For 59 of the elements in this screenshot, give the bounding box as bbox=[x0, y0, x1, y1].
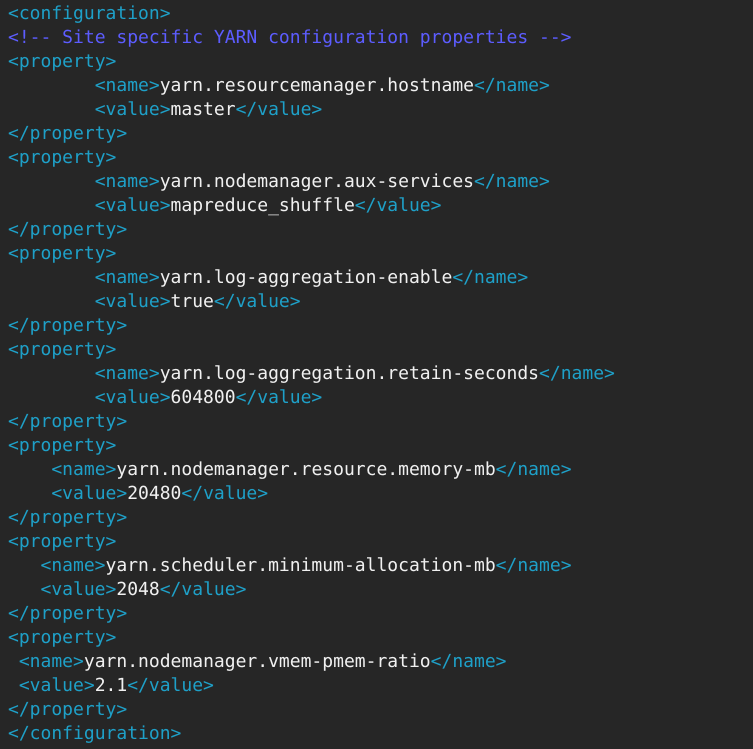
xml-tag: </name> bbox=[496, 555, 572, 576]
xml-tag: <property> bbox=[8, 147, 116, 168]
xml-tag: </value> bbox=[127, 675, 214, 696]
xml-tag: <property> bbox=[8, 243, 116, 264]
code-comment: <!-- Site specific YARN configuration properties --> bbox=[8, 27, 572, 48]
tag-value: 2.1 bbox=[94, 675, 128, 696]
xml-tag: </value> bbox=[160, 579, 246, 600]
xml-tag: </name> bbox=[474, 75, 550, 96]
xml-tag: </name> bbox=[474, 171, 550, 192]
xml-tag: <value> bbox=[94, 195, 171, 216]
xml-tag: <name> bbox=[40, 555, 106, 576]
xml-tag: </property> bbox=[8, 219, 128, 240]
xml-tag: </name> bbox=[430, 651, 506, 672]
xml-tag: <name> bbox=[94, 171, 160, 192]
xml-tag: <name> bbox=[18, 651, 84, 672]
xml-tag: </property> bbox=[8, 507, 128, 528]
tag-value: mapreduce_shuffle bbox=[170, 195, 355, 216]
tag-value: master bbox=[170, 99, 236, 120]
xml-tag: <property> bbox=[8, 627, 116, 648]
xml-tag: <value> bbox=[94, 387, 171, 408]
xml-tag: <property> bbox=[8, 531, 116, 552]
xml-tag: <property> bbox=[8, 435, 116, 456]
xml-tag: <name> bbox=[94, 267, 160, 288]
tag-value: yarn.nodemanager.aux-services bbox=[160, 171, 474, 192]
tag-value: yarn.scheduler.minimum-allocation-mb bbox=[106, 555, 496, 576]
tag-value: 2048 bbox=[116, 579, 160, 600]
xml-tag: </value> bbox=[181, 483, 268, 504]
xml-tag: <value> bbox=[18, 675, 95, 696]
xml-tag: <value> bbox=[94, 99, 171, 120]
tag-value: yarn.nodemanager.vmem-pmem-ratio bbox=[84, 651, 431, 672]
xml-tag: </property> bbox=[8, 411, 128, 432]
xml-tag: </value> bbox=[236, 99, 322, 120]
xml-tag: <value> bbox=[40, 579, 116, 600]
tag-value: yarn.log-aggregation.retain-seconds bbox=[160, 363, 540, 384]
tag-value: yarn.log-aggregation-enable bbox=[160, 267, 452, 288]
xml-tag: </property> bbox=[8, 315, 128, 336]
xml-tag: </configuration> bbox=[8, 723, 182, 744]
xml-tag: </property> bbox=[8, 603, 128, 624]
xml-tag: </name> bbox=[452, 267, 528, 288]
tag-value: 604800 bbox=[170, 387, 236, 408]
xml-tag: </property> bbox=[8, 123, 128, 144]
xml-tag: <configuration> bbox=[8, 3, 171, 24]
xml-tag: <value> bbox=[51, 483, 128, 504]
xml-tag: <name> bbox=[94, 75, 160, 96]
xml-tag: </property> bbox=[8, 699, 128, 720]
xml-tag: <value> bbox=[94, 291, 171, 312]
xml-tag: </name> bbox=[539, 363, 615, 384]
xml-tag: <property> bbox=[8, 51, 116, 72]
xml-tag: <name> bbox=[51, 459, 116, 480]
tag-value: yarn.resourcemanager.hostname bbox=[160, 75, 474, 96]
tag-value: yarn.nodemanager.resource.memory-mb bbox=[116, 459, 496, 480]
tag-value: true bbox=[170, 291, 214, 312]
xml-tag: <property> bbox=[8, 339, 116, 360]
xml-tag: </value> bbox=[214, 291, 301, 312]
xml-tag: </name> bbox=[496, 459, 572, 480]
xml-tag: <name> bbox=[94, 363, 160, 384]
tag-value: 20480 bbox=[127, 483, 182, 504]
xml-tag: </value> bbox=[236, 387, 322, 408]
xml-tag: </value> bbox=[354, 195, 442, 216]
